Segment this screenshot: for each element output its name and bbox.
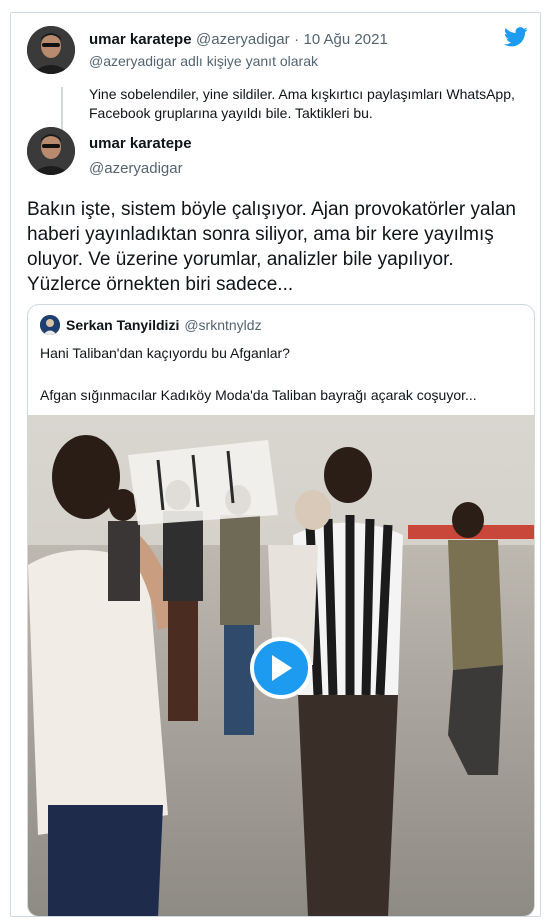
- video-thumbnail[interactable]: [28, 415, 534, 916]
- quoted-tweet[interactable]: Serkan Tanyildizi @srkntnyldz Hani Talib…: [27, 304, 535, 917]
- author-handle[interactable]: @azeryadigar: [89, 160, 183, 177]
- quoted-tweet-header: Serkan Tanyildizi @srkntnyldz: [40, 315, 262, 335]
- thread-connector-line: [61, 87, 63, 131]
- quoted-author-handle: @srkntnyldz: [184, 317, 262, 333]
- tweet-date[interactable]: 10 Ağu 2021: [304, 31, 388, 48]
- twitter-bird-icon[interactable]: [503, 27, 528, 52]
- embedded-tweet-card: umar karatepe @azeryadigar · 10 Ağu 2021…: [10, 12, 541, 917]
- play-button[interactable]: [250, 637, 312, 699]
- reply-context[interactable]: @azeryadigar adlı kişiye yanıt olarak: [89, 53, 318, 69]
- separator-dot: ·: [294, 31, 300, 48]
- quoted-tweet-text-line2: Afgan sığınmacılar Kadıköy Moda'da Talib…: [40, 387, 477, 403]
- play-icon: [272, 655, 292, 681]
- avatar: [40, 315, 60, 335]
- parent-tweet-text: Yine sobelendiler, yine sildiler. Ama kı…: [89, 86, 515, 121]
- avatar[interactable]: [27, 127, 75, 175]
- author-name[interactable]: umar karatepe: [89, 31, 192, 48]
- author-handle[interactable]: @azeryadigar: [196, 31, 290, 48]
- quoted-author-name: Serkan Tanyildizi: [66, 317, 180, 333]
- quoted-tweet-text-line1: Hani Taliban'dan kaçıyordu bu Afganlar?: [40, 345, 290, 361]
- parent-tweet-header: umar karatepe @azeryadigar · 10 Ağu 2021: [89, 31, 388, 49]
- author-name[interactable]: umar karatepe: [89, 135, 192, 152]
- main-tweet-text: Bakın işte, sistem böyle çalışıyor. Ajan…: [27, 199, 516, 295]
- avatar[interactable]: [27, 26, 75, 74]
